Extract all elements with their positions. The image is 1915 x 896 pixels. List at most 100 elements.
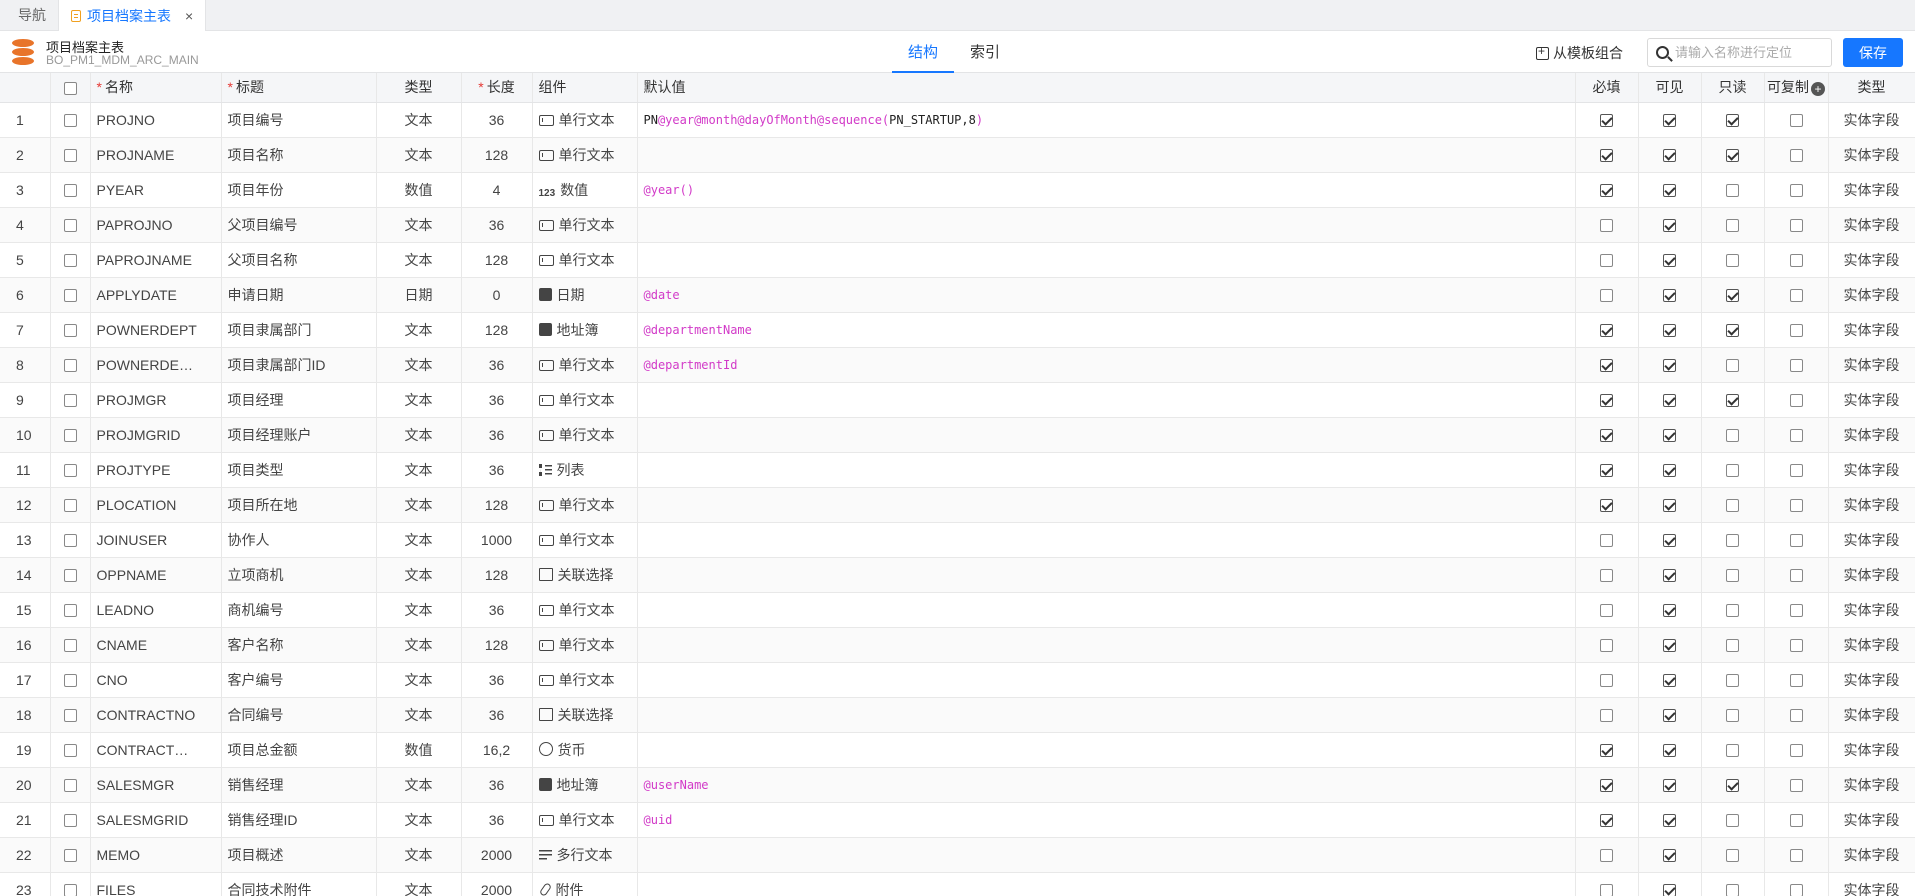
field-default[interactable] [637, 732, 1576, 768]
field-component[interactable]: 多行文本 [532, 837, 638, 873]
table-row[interactable]: 20 SALESMGR 销售经理 文本 36 地址簿 @userName 实体字段 [0, 767, 1915, 803]
copyable-checkbox[interactable] [1789, 604, 1803, 618]
field-title[interactable]: 项目经理账户 [221, 417, 377, 453]
field-type[interactable]: 文本 [376, 417, 462, 453]
field-name[interactable]: CNO [90, 662, 222, 698]
field-default[interactable]: @departmentName [637, 312, 1576, 348]
field-type[interactable]: 文本 [376, 802, 462, 838]
required-checkbox[interactable] [1600, 149, 1613, 163]
row-select-checkbox[interactable] [63, 114, 77, 128]
row-select-checkbox[interactable] [63, 219, 77, 233]
visible-checkbox[interactable] [1663, 849, 1676, 863]
table-row[interactable]: 7 POWNERDEPT 项目隶属部门 文本 128 地址簿 @departmentName… [0, 312, 1915, 348]
field-title[interactable]: 客户编号 [221, 662, 377, 698]
field-length[interactable]: 128 [461, 487, 533, 523]
field-default[interactable] [637, 137, 1576, 173]
field-component[interactable]: 单行文本 [532, 802, 638, 838]
field-name[interactable]: OPPNAME [90, 557, 222, 593]
copyable-checkbox[interactable] [1789, 394, 1803, 408]
readonly-checkbox[interactable] [1726, 744, 1739, 758]
visible-checkbox[interactable] [1663, 114, 1676, 128]
visible-checkbox[interactable] [1663, 149, 1676, 163]
row-select-checkbox[interactable] [63, 289, 77, 303]
field-kind[interactable]: 实体字段 [1828, 592, 1915, 628]
field-name[interactable]: JOINUSER [90, 522, 222, 558]
field-length[interactable]: 16,2 [461, 732, 533, 768]
readonly-checkbox[interactable] [1726, 429, 1739, 443]
required-checkbox[interactable] [1600, 499, 1613, 513]
visible-checkbox[interactable] [1663, 359, 1676, 373]
field-kind[interactable]: 实体字段 [1828, 697, 1915, 733]
field-title[interactable]: 项目隶属部门 [221, 312, 377, 348]
required-checkbox[interactable] [1600, 674, 1613, 688]
visible-checkbox[interactable] [1663, 569, 1676, 583]
required-checkbox[interactable] [1600, 604, 1613, 618]
required-checkbox[interactable] [1600, 254, 1613, 268]
field-type[interactable]: 文本 [376, 347, 462, 383]
row-select-checkbox[interactable] [63, 639, 77, 653]
row-select-checkbox[interactable] [63, 184, 77, 198]
table-row[interactable]: 15 LEADNO 商机编号 文本 36 单行文本 实体字段 [0, 592, 1915, 628]
required-checkbox[interactable] [1600, 534, 1613, 548]
field-length[interactable]: 36 [461, 417, 533, 453]
field-component[interactable]: 地址簿 [532, 767, 638, 803]
field-title[interactable]: 项目年份 [221, 172, 377, 208]
required-checkbox[interactable] [1600, 324, 1613, 338]
field-kind[interactable]: 实体字段 [1828, 662, 1915, 698]
field-length[interactable]: 36 [461, 802, 533, 838]
visible-checkbox[interactable] [1663, 289, 1676, 303]
field-title[interactable]: 申请日期 [221, 277, 377, 313]
field-length[interactable]: 36 [461, 347, 533, 383]
table-row[interactable]: 9 PROJMGR 项目经理 文本 36 单行文本 实体字段 [0, 382, 1915, 418]
table-row[interactable]: 13 JOINUSER 协作人 文本 1000 单行文本 实体字段 [0, 522, 1915, 558]
field-length[interactable]: 128 [461, 312, 533, 348]
field-title[interactable]: 父项目编号 [221, 207, 377, 243]
required-checkbox[interactable] [1600, 394, 1613, 408]
readonly-checkbox[interactable] [1726, 534, 1739, 548]
field-component[interactable]: 关联选择 [532, 557, 638, 593]
row-select-checkbox[interactable] [63, 324, 77, 338]
field-kind[interactable]: 实体字段 [1828, 837, 1915, 873]
field-component[interactable]: 地址簿 [532, 312, 638, 348]
visible-checkbox[interactable] [1663, 429, 1676, 443]
field-name[interactable]: LEADNO [90, 592, 222, 628]
field-component[interactable]: 附件 [532, 872, 638, 896]
required-checkbox[interactable] [1600, 884, 1613, 896]
field-type[interactable]: 文本 [376, 837, 462, 873]
field-length[interactable]: 36 [461, 697, 533, 733]
field-name[interactable]: POWNERDEPT [90, 312, 222, 348]
row-select-checkbox[interactable] [63, 254, 77, 268]
visible-checkbox[interactable] [1663, 814, 1676, 828]
visible-checkbox[interactable] [1663, 604, 1676, 618]
field-length[interactable]: 36 [461, 767, 533, 803]
field-kind[interactable]: 实体字段 [1828, 347, 1915, 383]
field-type[interactable]: 文本 [376, 697, 462, 733]
field-length[interactable]: 36 [461, 592, 533, 628]
field-length[interactable]: 36 [461, 452, 533, 488]
readonly-checkbox[interactable] [1726, 709, 1739, 723]
required-checkbox[interactable] [1600, 814, 1613, 828]
field-kind[interactable]: 实体字段 [1828, 767, 1915, 803]
field-type[interactable]: 文本 [376, 557, 462, 593]
required-checkbox[interactable] [1600, 289, 1613, 303]
copyable-checkbox[interactable] [1789, 639, 1803, 653]
visible-checkbox[interactable] [1663, 464, 1676, 478]
readonly-checkbox[interactable] [1726, 254, 1739, 268]
field-component[interactable]: 列表 [532, 452, 638, 488]
copyable-checkbox[interactable] [1789, 884, 1803, 896]
field-name[interactable]: PAPROJNO [90, 207, 222, 243]
field-type[interactable]: 文本 [376, 592, 462, 628]
field-kind[interactable]: 实体字段 [1828, 277, 1915, 313]
field-kind[interactable]: 实体字段 [1828, 452, 1915, 488]
readonly-checkbox[interactable] [1726, 289, 1739, 303]
table-row[interactable]: 12 PLOCATION 项目所在地 文本 128 单行文本 实体字段 [0, 487, 1915, 523]
field-default[interactable] [637, 627, 1576, 663]
required-checkbox[interactable] [1600, 709, 1613, 723]
required-checkbox[interactable] [1600, 184, 1613, 198]
field-component[interactable]: 单行文本 [532, 662, 638, 698]
copyable-checkbox[interactable] [1789, 219, 1803, 233]
field-component[interactable]: 单行文本 [532, 627, 638, 663]
field-length[interactable]: 1000 [461, 522, 533, 558]
field-kind[interactable]: 实体字段 [1828, 487, 1915, 523]
field-title[interactable]: 项目概述 [221, 837, 377, 873]
